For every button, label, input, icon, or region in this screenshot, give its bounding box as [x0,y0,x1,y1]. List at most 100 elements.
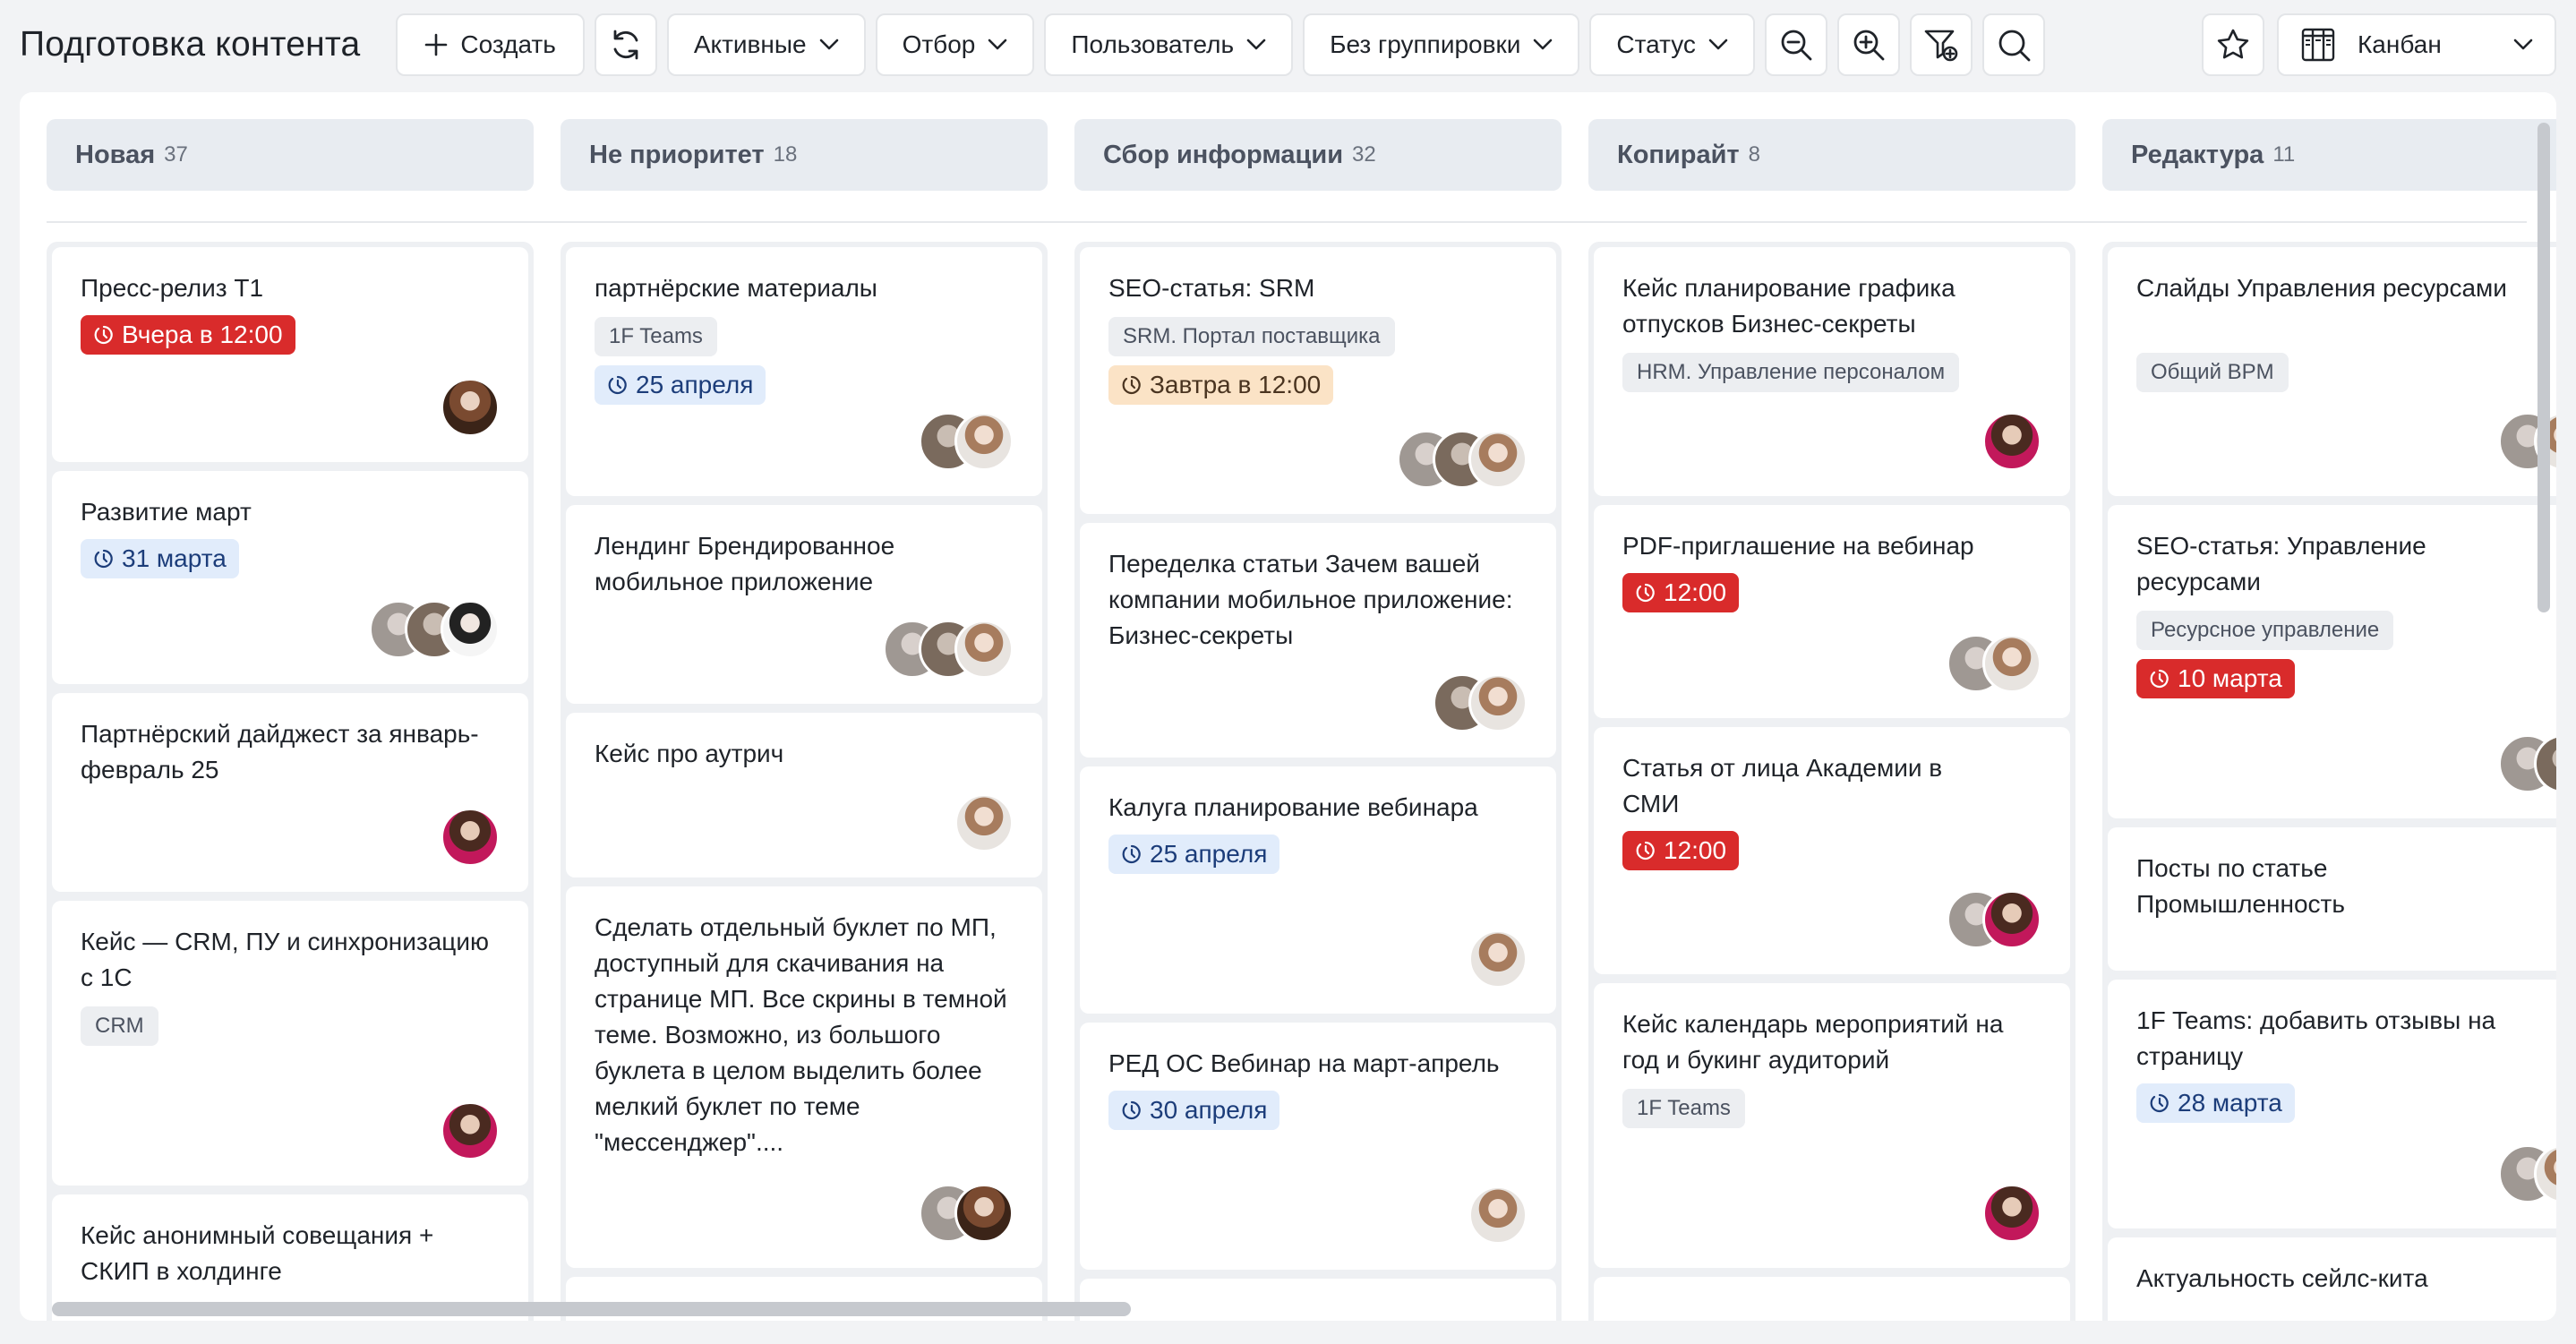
refresh-icon [608,27,644,63]
task-card[interactable]: 1F Teams: добавить отзывы на страницу 28… [2108,980,2556,1228]
task-card[interactable]: Пресс-релиз Т1 Вчера в 12:00 [52,247,528,462]
task-card[interactable]: Слайды Управления ресурсами Общий BPM [2108,247,2556,496]
avatar[interactable] [954,1184,1014,1243]
task-card[interactable]: Калуга планирование вебинара 25 апреля [1080,766,1556,1014]
deadline-badge: 12:00 [1622,831,1740,870]
horizontal-scrollbar[interactable] [52,1302,1131,1316]
task-card[interactable] [1594,1277,2070,1321]
task-card[interactable]: Актуальность сейлс-кита [2108,1237,2556,1321]
avatar[interactable] [441,808,500,867]
task-card[interactable]: РЕД ОС Вебинар на март-апрель 30 апреля [1080,1023,1556,1270]
column-header[interactable]: Не приоритет 18 [561,119,1048,191]
task-card[interactable]: Кейс — CRM, ПУ и синхронизацию с 1С CRM [52,901,528,1186]
chevron-down-icon [988,39,1007,51]
chevron-down-icon [1708,39,1728,51]
avatar[interactable] [1468,1186,1528,1245]
search-button[interactable] [1981,13,2045,76]
filter-active-dropdown[interactable]: Активные [666,13,866,76]
clock-icon [93,548,115,569]
task-card[interactable]: SEO-статья: SRM SRM. Портал поставщика З… [1080,247,1556,514]
deadline-text: Вчера в 12:00 [122,321,283,348]
avatar[interactable] [441,1101,500,1160]
card-title: Статья от лица Академии в СМИ [1622,754,1943,818]
column-lane: Кейс планирование графика отпусков Бизне… [1588,242,2075,1321]
favorite-button[interactable] [2202,13,2264,76]
card-title: Развитие март [81,498,252,526]
column-header[interactable]: Новая 37 [47,119,534,191]
avatar[interactable] [1982,1184,2041,1243]
project-tag: Общий BPM [2136,353,2289,392]
column-title: Не приоритет [589,140,765,169]
filter-add-icon [1922,26,1960,64]
column-title: Редактура [2131,140,2264,169]
task-card[interactable]: SEO-статья: Управление ресурсами Ресурсн… [2108,505,2556,818]
assignees [1947,890,2041,949]
filter-user-dropdown[interactable]: Пользователь [1044,13,1294,76]
assignees [954,793,1014,852]
avatar[interactable] [1982,890,2041,949]
create-button[interactable]: Создать [396,13,585,76]
task-card[interactable]: Кейс про аутрич [566,713,1042,877]
deadline-text: 10 марта [2178,664,2282,692]
assignees [919,1184,1014,1243]
assignees [883,620,1014,679]
card-title: партнёрские материалы [595,274,877,302]
avatar[interactable] [441,600,500,659]
deadline-badge: 25 апреля [1108,835,1280,874]
vertical-scrollbar[interactable] [2537,123,2550,612]
assignees [1982,412,2041,471]
project-tag: CRM [81,1006,158,1046]
create-button-label: Создать [460,30,556,58]
avatar[interactable] [954,412,1014,471]
task-card[interactable]: Посты по статье Промышленность [2108,827,2556,971]
filter-selection-label: Отбор [902,30,976,58]
task-card[interactable]: Кейс планирование графика отпусков Бизне… [1594,247,2070,496]
divider [47,221,2527,223]
task-card[interactable]: Статья от лица Академии в СМИ 12:00 [1594,727,2070,974]
filter-active-label: Активные [693,30,807,58]
filter-add-button[interactable] [1909,13,1973,76]
task-card[interactable]: PDF-приглашение на вебинар 12:00 [1594,505,2070,718]
avatar[interactable] [954,793,1014,852]
avatar[interactable] [1468,673,1528,732]
avatar[interactable] [1468,929,1528,989]
avatar[interactable] [1982,412,2041,471]
task-card[interactable]: партнёрские материалы 1F Teams 25 апреля [566,247,1042,496]
card-title: РЕД ОС Вебинар на март-апрель [1108,1049,1500,1077]
zoom-in-button[interactable] [1836,13,1900,76]
kanban-board: Новая 37 Пресс-релиз Т1 Вчера в 12:00 Ра… [20,92,2556,1321]
refresh-button[interactable] [594,13,657,76]
view-mode-label: Канбан [2358,30,2442,58]
card-title: Лендинг Брендированное мобильное приложе… [595,532,895,595]
status-dropdown[interactable]: Статус [1589,13,1755,76]
card-title: Калуга планирование вебинара [1108,793,1478,821]
task-card[interactable]: Лендинг Брендированное мобильное приложе… [566,505,1042,704]
project-tag: HRM. Управление персоналом [1622,353,1960,392]
task-card[interactable]: Переделка статьи Зачем вашей компании мо… [1080,523,1556,758]
column-header[interactable]: Копирайт 8 [1588,119,2075,191]
column-header[interactable]: Редактура 11 [2102,119,2556,191]
deadline-text: 25 апреля [1150,840,1268,868]
task-card[interactable]: Развитие март 31 марта [52,471,528,684]
task-card[interactable]: Кейс календарь мероприятий на год и буки… [1594,983,2070,1268]
card-title: Кейс про аутрич [595,740,784,767]
project-tag: Ресурсное управление [2136,611,2394,650]
task-card[interactable] [1080,1279,1556,1321]
zoom-out-button[interactable] [1764,13,1827,76]
star-icon [2215,27,2251,63]
grouping-dropdown[interactable]: Без группировки [1303,13,1580,76]
avatar[interactable] [1468,430,1528,489]
task-card[interactable]: Партнёрский дайджест за январь-февраль 2… [52,693,528,892]
task-card[interactable]: Сделать отдельный буклет по МП, доступны… [566,886,1042,1268]
view-mode-dropdown[interactable]: Канбан [2277,13,2556,76]
assignees [1982,1184,2041,1243]
avatar[interactable] [954,620,1014,679]
card-title: Актуальность сейлс-кита [2136,1264,2428,1292]
assignees [1947,634,2041,693]
avatar[interactable] [1982,634,2041,693]
zoom-out-icon [1778,27,1814,63]
card-title: Партнёрский дайджест за январь-февраль 2… [81,720,479,783]
column-header[interactable]: Сбор информации 32 [1074,119,1562,191]
filter-selection-dropdown[interactable]: Отбор [875,13,1035,76]
avatar[interactable] [441,378,500,437]
